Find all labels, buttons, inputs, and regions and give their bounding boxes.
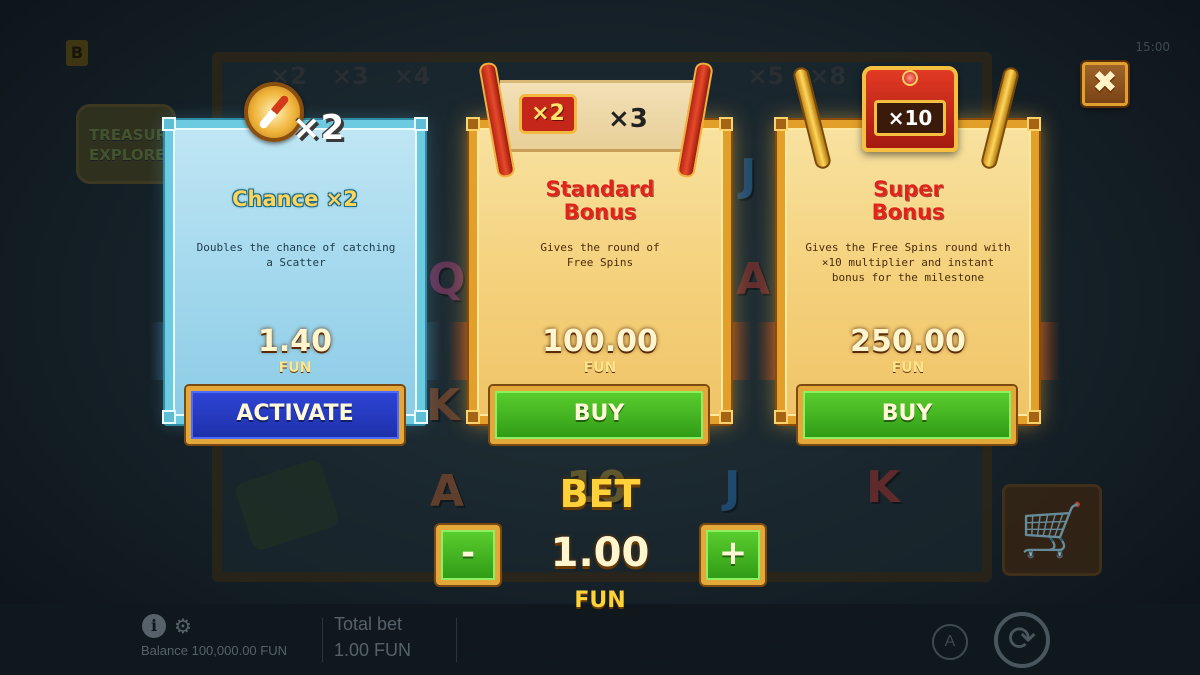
path-mult: ×4 xyxy=(393,62,431,90)
divider xyxy=(322,618,323,662)
card-corner xyxy=(162,117,176,131)
bet-currency: FUN xyxy=(574,588,626,613)
buy-standard-bonus-button[interactable]: BUY xyxy=(490,386,708,444)
reel-symbol: A xyxy=(430,466,465,517)
card-title: Standard Bonus xyxy=(545,177,655,224)
card-corner xyxy=(466,117,480,131)
total-bet-label: Total bet xyxy=(334,614,403,634)
price-value: 100.00 xyxy=(542,324,658,359)
card-description: Doubles the chance of catching a Scatter xyxy=(196,241,396,269)
price-currency: FUN xyxy=(278,360,312,376)
price-chance: 1.40 FUN xyxy=(150,322,440,380)
autoplay-icon[interactable]: A xyxy=(932,624,968,660)
game-logo: TREASURE EXPLORER xyxy=(76,104,177,184)
reel-symbol: K xyxy=(866,462,901,513)
balance-text: Balance 100,000.00 FUN xyxy=(141,643,287,658)
path-mult: ×5 xyxy=(747,62,785,90)
info-icon[interactable]: i xyxy=(142,614,166,638)
card-corner xyxy=(774,117,788,131)
brand-logo: B xyxy=(66,40,88,66)
reel-symbol: A xyxy=(736,254,771,305)
total-bet-value: 1.00 FUN xyxy=(334,640,412,660)
path-mult: ×3 xyxy=(331,62,369,90)
card-corner xyxy=(1027,410,1041,424)
shop-cart-icon[interactable]: 🛒 xyxy=(1002,484,1102,576)
card-description: Gives the Free Spins round with ×10 mult… xyxy=(805,241,1011,284)
clock-text: 15:00 xyxy=(1135,40,1170,54)
activate-button[interactable]: ACTIVATE xyxy=(186,386,404,444)
gear-icon[interactable]: ⚙ xyxy=(174,614,192,638)
gem-icon xyxy=(902,70,918,86)
spin-icon[interactable]: ⟳ xyxy=(994,612,1050,668)
card-description: Gives the round of Free Spins xyxy=(540,241,660,269)
bet-label: BET xyxy=(559,472,641,516)
card-corner xyxy=(466,410,480,424)
price-super: 250.00 FUN xyxy=(756,322,1060,380)
card-corner xyxy=(719,410,733,424)
path-mult: ×8 xyxy=(809,62,847,90)
card-corner xyxy=(414,117,428,131)
multiplier-badge: ×2 xyxy=(519,94,577,134)
card-title: Super Bonus xyxy=(871,177,945,224)
card-corner xyxy=(774,410,788,424)
close-button[interactable]: ✖ xyxy=(1082,62,1128,106)
price-value: 250.00 xyxy=(850,324,966,359)
bet-value: 1.00 xyxy=(550,530,650,576)
card-corner xyxy=(162,410,176,424)
card-corner xyxy=(719,117,733,131)
bet-increase-button[interactable]: + xyxy=(701,525,765,585)
multiplier-badge: ×3 xyxy=(608,104,648,134)
multiplier-badge: ×2 xyxy=(292,108,345,148)
bet-decrease-button[interactable]: - xyxy=(436,525,500,585)
reel-symbol: J xyxy=(740,150,757,201)
price-standard: 100.00 FUN xyxy=(448,322,752,380)
price-currency: FUN xyxy=(891,360,925,376)
multiplier-badge: ×10 xyxy=(874,100,946,136)
divider xyxy=(456,618,457,662)
reel-symbol: J xyxy=(724,462,741,513)
reel-symbol: K xyxy=(426,380,461,431)
buy-super-bonus-button[interactable]: BUY xyxy=(798,386,1016,444)
card-corner xyxy=(414,410,428,424)
reel-symbol: Q xyxy=(428,254,466,305)
card-title: Chance ×2 xyxy=(232,187,358,211)
card-corner xyxy=(1027,117,1041,131)
price-currency: FUN xyxy=(583,360,617,376)
price-value: 1.40 xyxy=(257,324,333,359)
